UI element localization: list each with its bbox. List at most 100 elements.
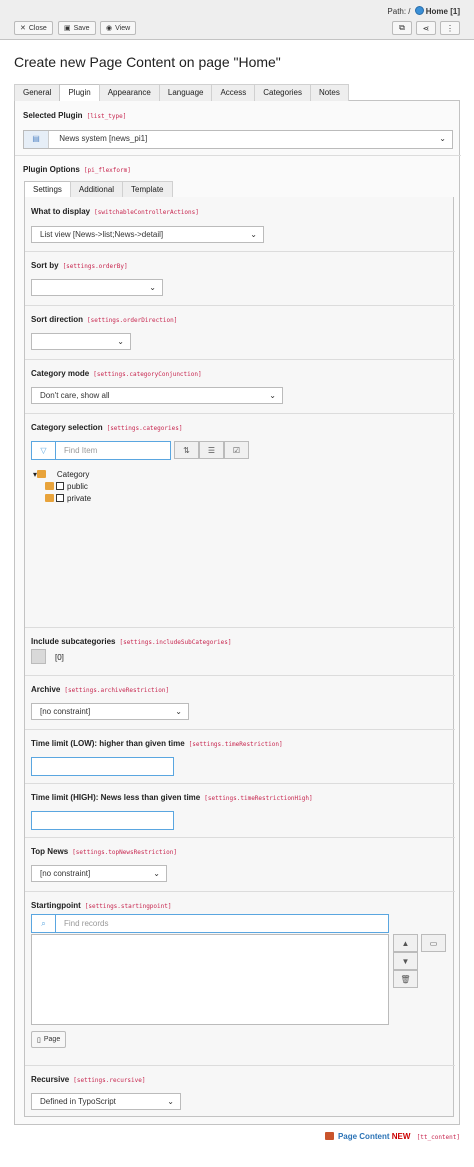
move-down-icon[interactable]: ▼: [393, 952, 418, 970]
sub-tabs: Settings Additional Template: [24, 181, 454, 199]
folder-icon[interactable]: ▭: [421, 934, 446, 952]
search-icon: ⌕: [32, 915, 56, 932]
path-prefix: Path: /: [387, 7, 411, 16]
divider: [25, 783, 455, 784]
globe-icon: [414, 6, 424, 15]
plugin-icon: ▤: [24, 131, 49, 148]
view-button[interactable]: ◉ View: [100, 21, 137, 35]
record-footer: Page Content NEW [tt_content]: [324, 1132, 460, 1141]
content-icon: [324, 1132, 334, 1140]
tab-access[interactable]: Access: [211, 84, 256, 101]
chevron-down-icon: ⌄: [167, 1097, 174, 1106]
chevron-down-icon: ⌄: [149, 283, 156, 292]
sort-by-label: Sort by [settings.orderBy]: [31, 261, 128, 270]
path-page[interactable]: Home [1]: [426, 7, 460, 16]
subcategories-toggle[interactable]: [31, 649, 46, 664]
move-up-icon[interactable]: ▲: [393, 934, 418, 952]
sort-direction-label: Sort direction [settings.orderDirection]: [31, 315, 178, 324]
share-icon[interactable]: ⋖: [416, 21, 436, 35]
time-limit-low-label: Time limit (LOW): higher than given time…: [31, 739, 283, 748]
subtab-template[interactable]: Template: [122, 181, 173, 198]
find-records-input[interactable]: ⌕ Find records: [31, 914, 389, 933]
close-icon: ✕: [20, 25, 26, 32]
divider: [15, 155, 461, 156]
sort-direction-select[interactable]: ⌄: [31, 333, 131, 350]
plugin-select[interactable]: ▤ News system [news_pi1] ⌄: [23, 130, 453, 149]
category-tree: ▾ Category public private: [33, 470, 91, 503]
tree-root[interactable]: ▾ Category: [33, 470, 91, 479]
chevron-down-icon: ⌄: [269, 391, 276, 400]
time-limit-high-label: Time limit (HIGH): News less than given …: [31, 793, 313, 802]
save-button[interactable]: ▣ Save: [58, 21, 96, 35]
divider: [25, 251, 455, 252]
chevron-down-icon: ⌄: [117, 337, 124, 346]
category-mode-select[interactable]: Don't care, show all ⌄: [31, 387, 283, 404]
tab-plugin[interactable]: Plugin: [59, 84, 100, 102]
page-title: Create new Page Content on page "Home": [14, 54, 281, 70]
divider: [25, 729, 455, 730]
time-limit-low-input[interactable]: [31, 757, 174, 776]
recursive-select[interactable]: Defined in TypoScript ⌄: [31, 1093, 181, 1110]
category-icon: [37, 470, 47, 478]
footer-code: [tt_content]: [416, 1134, 460, 1141]
footer-label[interactable]: Page Content: [338, 1132, 390, 1141]
sort-tree-icon[interactable]: ⇅: [174, 441, 199, 459]
archive-label: Archive [settings.archiveRestriction]: [31, 685, 170, 694]
expand-all-icon[interactable]: ☰: [199, 441, 224, 459]
selected-plugin-label: Selected Plugin [list_type]: [23, 111, 127, 120]
tab-notes[interactable]: Notes: [309, 84, 349, 101]
divider: [25, 359, 455, 360]
chevron-down-icon: ⌄: [250, 230, 257, 239]
category-selection-label: Category selection [settings.categories]: [31, 423, 183, 432]
chevron-down-icon: ⌄: [153, 869, 160, 878]
startingpoint-label: Startingpoint [settings.startingpoint]: [31, 901, 172, 910]
include-subcategories-label: Include subcategories [settings.includeSu…: [31, 637, 232, 646]
category-icon: [45, 482, 54, 490]
top-toolbar: Path: / Home [1] ✕ Close ▣ Save ◉ View ⧉ ⋖ …: [0, 0, 474, 40]
settings-panel: What to display [switchableControllerActi…: [24, 197, 455, 1117]
save-icon: ▣: [64, 25, 71, 32]
tree-item-public[interactable]: public: [45, 482, 91, 491]
divider: [25, 891, 455, 892]
what-to-display-label: What to display [switchableControllerActi…: [31, 207, 199, 216]
checkbox[interactable]: [56, 494, 64, 502]
filter-icon: ▽: [32, 442, 56, 459]
footer-status: NEW: [391, 1132, 411, 1141]
top-news-select[interactable]: [no constraint] ⌄: [31, 865, 167, 882]
more-icon[interactable]: ⋮: [440, 21, 460, 35]
chevron-down-icon: ⌄: [175, 707, 182, 716]
find-item-input[interactable]: ▽ Find Item: [31, 441, 171, 460]
tree-item-private[interactable]: private: [45, 494, 91, 503]
tab-language[interactable]: Language: [158, 84, 213, 101]
divider: [25, 1065, 455, 1066]
main-tabs: General Plugin Appearance Language Access Cat…: [14, 84, 460, 102]
eye-icon: ◉: [106, 25, 113, 32]
plugin-options-label: Plugin Options [pi_flexform]: [23, 165, 131, 174]
page-button[interactable]: ▯ Page: [31, 1031, 67, 1048]
trash-icon[interactable]: 🗑: [393, 970, 418, 988]
startingpoint-list[interactable]: [31, 934, 389, 1025]
subtab-additional[interactable]: Additional: [69, 181, 124, 198]
divider: [25, 305, 455, 306]
category-mode-label: Category mode [settings.categoryConjuncti…: [31, 369, 202, 378]
tab-general[interactable]: General: [14, 84, 61, 101]
divider: [25, 837, 455, 838]
close-button[interactable]: ✕ Close: [14, 21, 53, 35]
category-icon: [45, 494, 54, 502]
open-new-window-icon[interactable]: ⧉: [392, 21, 412, 35]
recursive-label: Recursive [settings.recursive]: [31, 1075, 146, 1084]
sort-by-select[interactable]: ⌄: [31, 279, 163, 296]
what-to-display-select[interactable]: List view [News->list;News->detail] ⌄: [31, 226, 264, 243]
subcategories-value: [0]: [55, 653, 64, 662]
breadcrumb: Path: / Home [1]: [387, 6, 460, 16]
check-all-icon[interactable]: ☑: [224, 441, 249, 459]
page-icon: ▯: [37, 1036, 41, 1044]
checkbox[interactable]: [56, 482, 64, 490]
tab-appearance[interactable]: Appearance: [98, 84, 160, 101]
plugin-panel: Selected Plugin [list_type] ▤ News system…: [14, 101, 461, 1125]
archive-select[interactable]: [no constraint] ⌄: [31, 703, 189, 720]
chevron-down-icon: ⌄: [439, 134, 446, 143]
divider: [25, 675, 455, 676]
time-limit-high-input[interactable]: [31, 811, 174, 830]
tab-categories[interactable]: Categories: [254, 84, 311, 101]
